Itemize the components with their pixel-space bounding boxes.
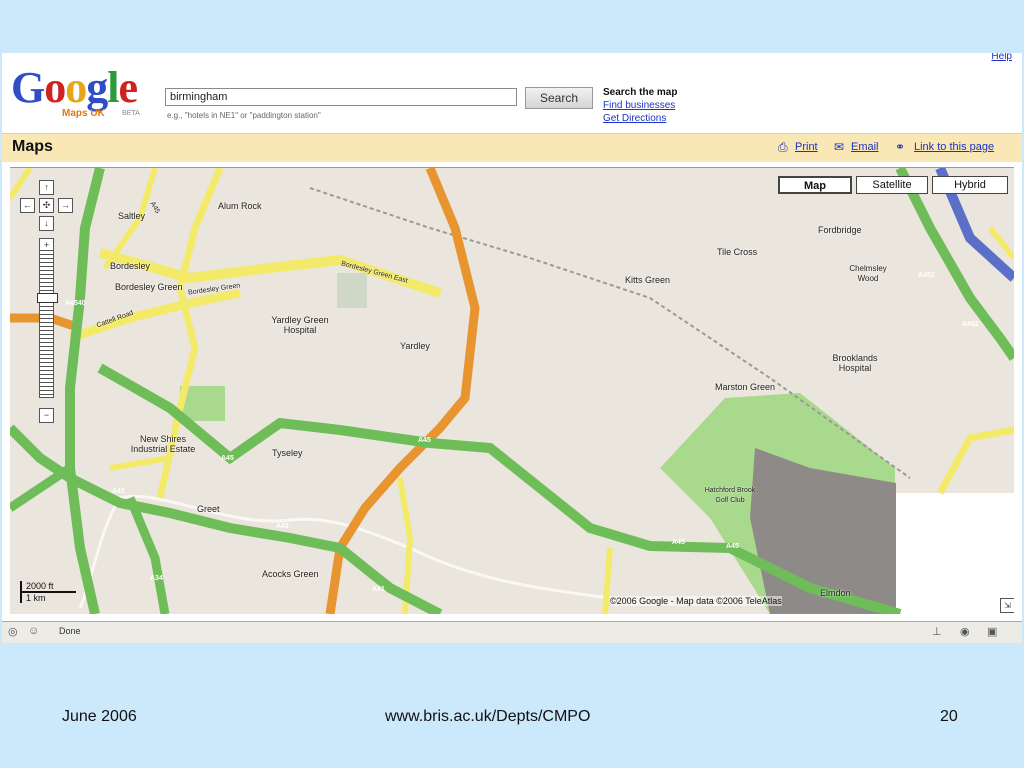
road-shield: A45 (418, 437, 431, 444)
zoom-slider[interactable] (39, 250, 54, 398)
road-shield: A452 (918, 272, 935, 279)
road-shield: A45 (726, 543, 739, 550)
browser-screenshot: Google Maps UK BETA e.g., "hotels in NE1… (2, 53, 1022, 643)
place-label: Greet (197, 504, 220, 514)
place-label: Bordesley (110, 261, 151, 271)
road-shield: A41 (276, 523, 289, 530)
scale-feet: 2000 ft (20, 581, 76, 593)
map-type-map[interactable]: Map (778, 176, 852, 194)
place-label: Acocks Green (262, 569, 319, 579)
map-type-satellite[interactable]: Satellite (856, 176, 928, 194)
pan-center-button[interactable]: ✣ (39, 198, 54, 213)
map-canvas[interactable]: Alum Rock Saltley Bordesley Bordesley Gr… (10, 167, 1014, 614)
map-roads (10, 168, 1014, 614)
scale-km: 1 km (20, 593, 108, 603)
search-button[interactable]: Search (525, 87, 593, 109)
map-type-hybrid[interactable]: Hybrid (932, 176, 1008, 194)
road-shield: A45 (672, 539, 685, 546)
link-to-page[interactable]: Link to this page (914, 141, 994, 153)
place-label: Yardley (400, 341, 430, 351)
beta-badge: BETA (122, 110, 140, 117)
slide-footer-date: June 2006 (62, 708, 137, 725)
slide-page-number: 20 (940, 708, 958, 725)
network-icon: ⊥ (932, 626, 942, 638)
print-link[interactable]: Print (795, 141, 818, 153)
place-label: Hatchford Brook Golf Club (704, 487, 756, 504)
place-label: Bordesley Green (115, 282, 183, 292)
road-shield: A41 (372, 586, 385, 593)
maps-header: Google Maps UK BETA e.g., "hotels in NE1… (2, 53, 1022, 133)
place-label: Fordbridge (818, 225, 862, 235)
search-links: Search the map Find businesses Get Direc… (603, 86, 677, 125)
overview-toggle-icon[interactable]: ⇲ (1000, 598, 1014, 613)
logo-letter: o (65, 63, 87, 112)
email-link[interactable]: Email (851, 141, 879, 153)
status-text: Done (59, 626, 81, 636)
envelope-icon[interactable]: ✉ (834, 140, 844, 154)
search-hint: e.g., "hotels in NE1" or "paddington sta… (167, 111, 321, 120)
place-label: Chelmsley Wood (849, 264, 887, 283)
place-label: Marston Green (715, 382, 776, 392)
place-label: Kitts Green (625, 275, 671, 285)
pan-left-button[interactable]: ← (20, 198, 35, 213)
maps-toolbar: Maps ⎙ Print ✉ Email ⚭ Link to this page (2, 133, 1022, 162)
page-title: Maps (12, 138, 53, 155)
place-label: Yardley Green Hospital (271, 315, 329, 335)
place-label: Tyseley (272, 448, 303, 458)
map-copyright: ©2006 Google - Map data ©2006 TeleAtlas (610, 596, 782, 606)
browser-status-bar: ◎ ☺ Done ⊥ ◉ ▣ (2, 621, 1022, 643)
road-shield: A4540 (65, 300, 86, 307)
zoom-slider-handle[interactable] (37, 293, 58, 303)
road-shield: A41 (112, 488, 125, 495)
search-the-map-label: Search the map (603, 87, 678, 98)
place-label: Elmdon (820, 588, 851, 598)
find-businesses-link[interactable]: Find businesses (603, 99, 677, 112)
road-shield: A34 (150, 575, 163, 582)
place-label: Tile Cross (717, 247, 758, 257)
scale-bar: 2000 ft 1 km (20, 581, 108, 603)
zoom-out-button[interactable]: − (39, 408, 54, 423)
lock-icon: ▣ (987, 626, 998, 638)
logo-letter: e (118, 63, 138, 112)
slide-footer-url: www.bris.ac.uk/Depts/CMPO (385, 708, 591, 725)
logo-subtitle: Maps UK (62, 108, 105, 119)
place-label: Brooklands Hospital (832, 353, 878, 373)
google-logo[interactable]: Google (11, 63, 138, 112)
globe-icon: ◎ (8, 626, 18, 638)
logo-letter: o (44, 63, 66, 112)
road-shield: A452 (962, 321, 979, 328)
help-link[interactable]: Help (991, 53, 1012, 62)
pan-up-button[interactable]: ↑ (39, 180, 54, 195)
printer-icon[interactable]: ⎙ (778, 140, 788, 155)
place-label: New Shires Industrial Estate (130, 434, 196, 454)
logo-letter: G (11, 63, 45, 112)
pan-right-button[interactable]: → (58, 198, 73, 213)
place-label: Saltley (118, 211, 146, 221)
search-input[interactable] (165, 88, 517, 106)
chain-link-icon[interactable]: ⚭ (895, 140, 905, 154)
logo-letter: l (107, 63, 119, 112)
place-label: Alum Rock (218, 201, 262, 211)
messenger-icon: ☺ (28, 625, 40, 637)
get-directions-link[interactable]: Get Directions (603, 112, 677, 125)
road-shield: A45 (221, 455, 234, 462)
eye-icon: ◉ (960, 626, 970, 638)
logo-letter: g (86, 63, 108, 112)
pan-down-button[interactable]: ↓ (39, 216, 54, 231)
